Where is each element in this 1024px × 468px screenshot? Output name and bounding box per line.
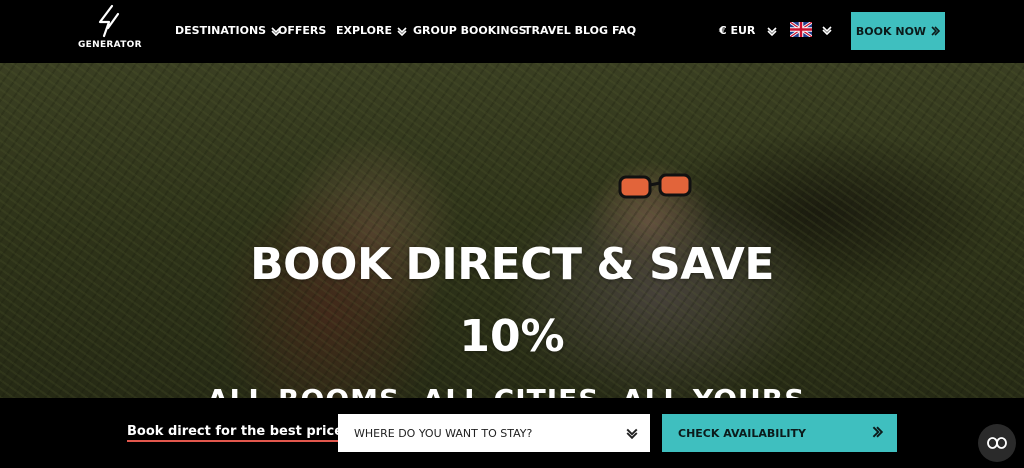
check-availability-button[interactable]: CHECK AVAILABILITY [662,414,897,452]
nav-label: FAQ [612,24,637,37]
chevron-down-icon[interactable] [822,25,832,35]
currency-selector[interactable]: € EUR [719,24,777,37]
nav-label: TRAVEL BLOG [524,24,608,37]
hero-subtitle: ALL ROOMS. ALL CITIES. ALL YOURS. [0,383,1024,398]
destination-select[interactable]: WHERE DO YOU WANT TO STAY? [338,414,650,452]
site-header: GENERATOR DESTINATIONS OFFERS EXPLORE GR… [0,0,1024,63]
nav-label: OFFERS [278,24,327,37]
chevron-down-icon [626,428,638,439]
chat-icon [987,437,1007,449]
double-arrow-right-icon [872,426,883,438]
hero-discount: 10% [459,311,565,362]
language-selector[interactable] [789,20,813,39]
nav-item-faq[interactable]: FAQ [612,24,636,37]
book-now-label: BOOK NOW [855,24,927,38]
nav-label: EXPLORE [336,24,393,37]
uk-flag-icon [789,20,813,39]
double-arrow-right-icon [931,26,941,36]
nav-item-travel-blog[interactable]: TRAVEL BLOG [524,24,608,37]
nav-item-destinations[interactable]: DESTINATIONS [175,24,281,37]
chat-widget-button[interactable] [978,424,1016,462]
destination-placeholder: WHERE DO YOU WANT TO STAY? [354,426,533,440]
book-now-button[interactable]: BOOK NOW [851,12,945,50]
nav-label: GROUP BOOKINGS [413,24,527,37]
nav-item-group-bookings[interactable]: GROUP BOOKINGS [413,24,527,37]
nav-label: DESTINATIONS [175,24,267,37]
booking-promo-label: Book direct for the best prices [127,424,351,442]
chevron-down-icon [767,26,777,36]
bolt-logo-icon [98,4,120,38]
nav-item-explore[interactable]: EXPLORE [336,24,407,37]
hero-banner: BOOK DIRECT & SAVE 10% ALL ROOMS. ALL CI… [0,63,1024,398]
chevron-down-icon [397,26,407,36]
booking-bar: Book direct for the best prices WHERE DO… [0,398,1024,468]
logo-text: GENERATOR [78,40,142,50]
check-availability-label: CHECK AVAILABILITY [678,426,806,440]
generator-logo[interactable]: GENERATOR [78,4,142,58]
nav-item-offers[interactable]: OFFERS [278,24,326,37]
currency-label: € EUR [719,24,756,37]
hero-photo-sunglasses [618,173,692,199]
hero-title: BOOK DIRECT & SAVE [250,239,774,290]
